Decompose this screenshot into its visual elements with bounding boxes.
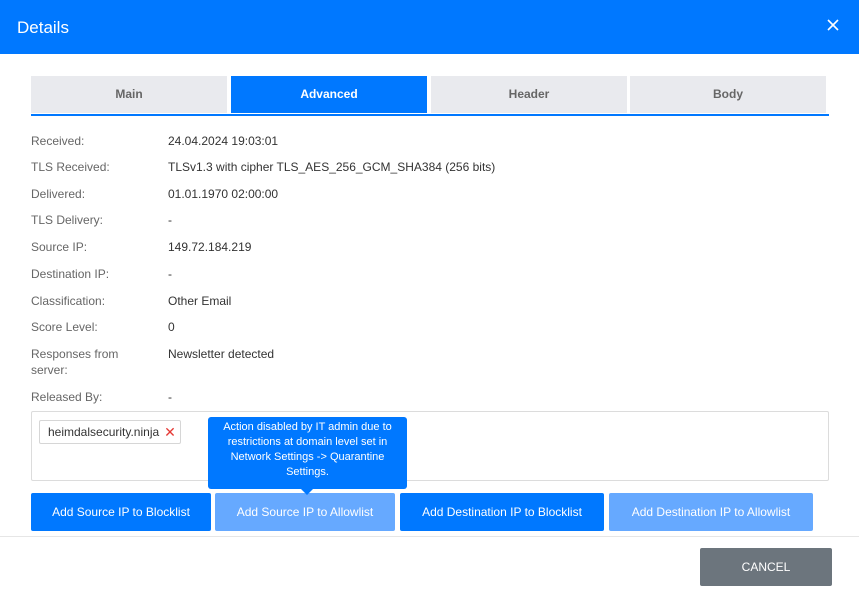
field-label: Delivered: <box>31 187 86 201</box>
close-icon[interactable] <box>823 15 843 35</box>
remove-tag-icon[interactable]: ✕ <box>164 425 176 439</box>
add-source-ip-allowlist-button[interactable]: Add Source IP to Allowlist <box>215 493 395 531</box>
tab-main[interactable]: Main <box>31 76 227 113</box>
dialog-title: Details <box>17 18 69 37</box>
field-label: Classification: <box>31 294 106 308</box>
field-value: Newsletter detected <box>168 347 275 361</box>
domain-tag-text: heimdalsecurity.ninja <box>48 425 160 439</box>
field-value: 01.01.1970 02:00:00 <box>168 187 279 201</box>
field-value: TLSv1.3 with cipher TLS_AES_256_GCM_SHA3… <box>168 160 496 174</box>
domain-tag-box[interactable]: heimdalsecurity.ninja ✕ <box>31 411 829 481</box>
dialog-header: Details <box>0 0 859 54</box>
field-value: 0 <box>168 320 175 334</box>
add-source-ip-blocklist-button[interactable]: Add Source IP to Blocklist <box>31 493 211 531</box>
field-value: 149.72.184.219 <box>168 240 252 254</box>
field-label: TLS Delivery: <box>31 213 104 227</box>
field-label: Destination IP: <box>31 267 110 281</box>
add-destination-ip-allowlist-button[interactable]: Add Destination IP to Allowlist <box>609 493 813 531</box>
domain-tag: heimdalsecurity.ninja ✕ <box>39 420 181 444</box>
disabled-action-tooltip: Action disabled by IT admin due to restr… <box>208 417 407 495</box>
cancel-button[interactable]: CANCEL <box>700 548 832 586</box>
field-value: 24.04.2024 19:03:01 <box>168 134 279 148</box>
field-label: Score Level: <box>31 320 98 334</box>
add-destination-ip-blocklist-button[interactable]: Add Destination IP to Blocklist <box>400 493 604 531</box>
tab-advanced[interactable]: Advanced <box>231 76 427 113</box>
field-label: Received: <box>31 134 85 148</box>
tab-body[interactable]: Body <box>630 76 826 113</box>
field-label: Responses from server: <box>31 347 119 377</box>
footer-divider <box>0 536 859 537</box>
field-value: - <box>168 390 172 404</box>
field-label: Source IP: <box>31 240 88 254</box>
field-label: TLS Received: <box>31 160 110 174</box>
tab-bar: Main Advanced Header Body <box>31 76 829 116</box>
field-label: Released By: <box>31 390 103 404</box>
tab-header[interactable]: Header <box>431 76 627 113</box>
field-value: - <box>168 213 172 227</box>
field-value: - <box>168 267 172 281</box>
field-value: Other Email <box>168 294 232 308</box>
